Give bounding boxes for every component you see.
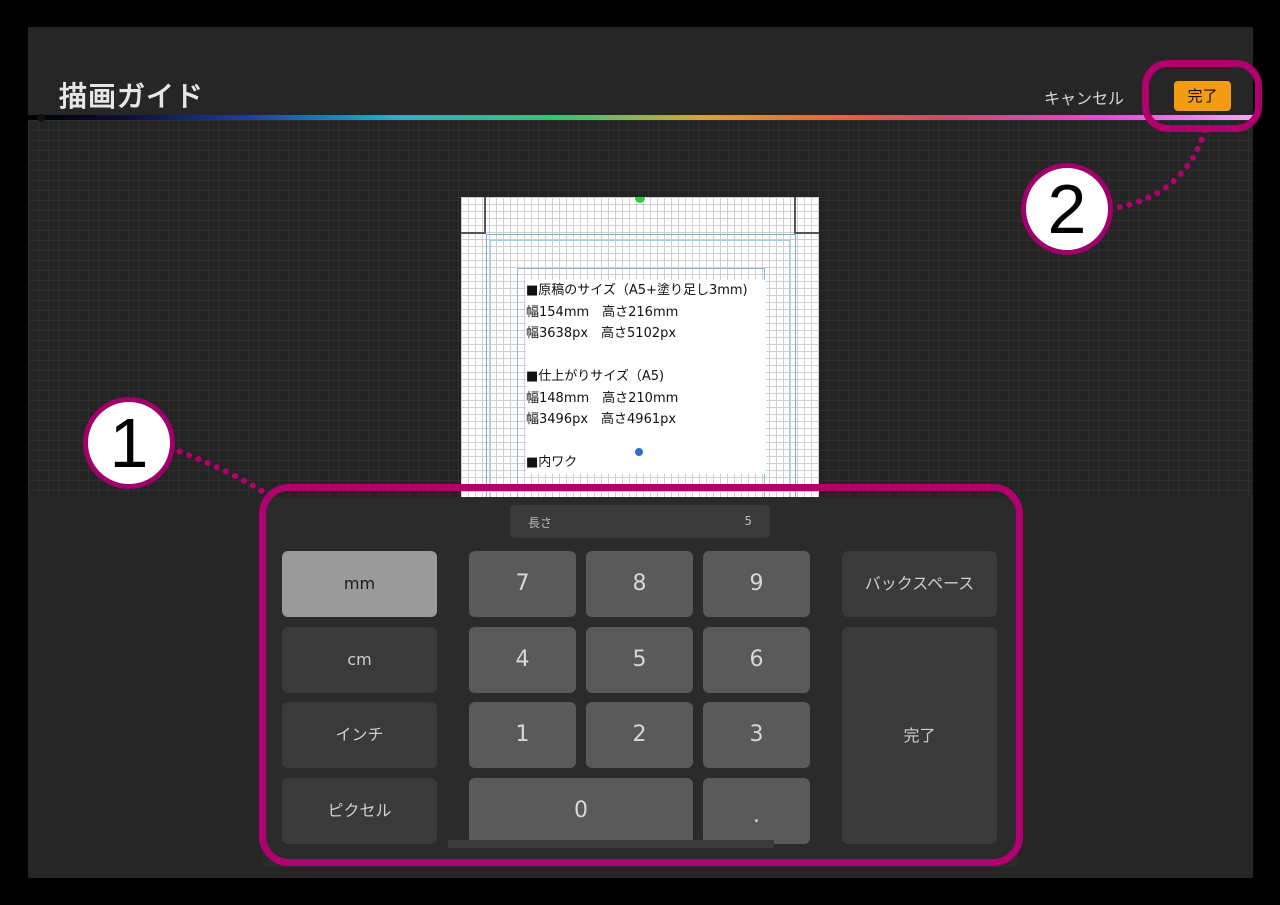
info-line: [526, 345, 766, 367]
step-marker-2: 2: [1021, 163, 1113, 255]
page-title: 描画ガイド: [59, 80, 205, 113]
keypad-highlight: [259, 484, 1023, 866]
info-line: ■内ワク: [526, 455, 578, 470]
canvas-page[interactable]: ■原稿のサイズ（A5+塗り足し3mm) 幅154mm 高さ216mm 幅3638…: [461, 197, 819, 497]
crop-mark: [461, 197, 486, 234]
cancel-button[interactable]: キャンセル: [1044, 85, 1124, 109]
crop-mark: [794, 197, 819, 234]
info-line: 幅3638px 高さ5102px: [526, 326, 677, 341]
info-line: 幅148mm 高さ210mm: [526, 390, 679, 406]
info-line: 幅3496px 高さ4961px: [526, 412, 677, 427]
gradient-handle[interactable]: [37, 114, 45, 122]
info-line: ■仕上がりサイズ（A5): [526, 369, 665, 384]
info-line: 幅154mm 高さ216mm: [526, 304, 679, 320]
done-button-highlight: [1142, 60, 1262, 132]
rotate-handle[interactable]: [634, 197, 646, 204]
size-info-text: ■原稿のサイズ（A5+塗り足し3mm) 幅154mm 高さ216mm 幅3638…: [526, 280, 766, 474]
info-line: ■原稿のサイズ（A5+塗り足し3mm): [526, 283, 748, 298]
center-handle[interactable]: [635, 448, 643, 456]
color-gradient-bar: [28, 115, 1253, 120]
info-line: [526, 431, 766, 453]
step-marker-1: 1: [83, 397, 175, 489]
